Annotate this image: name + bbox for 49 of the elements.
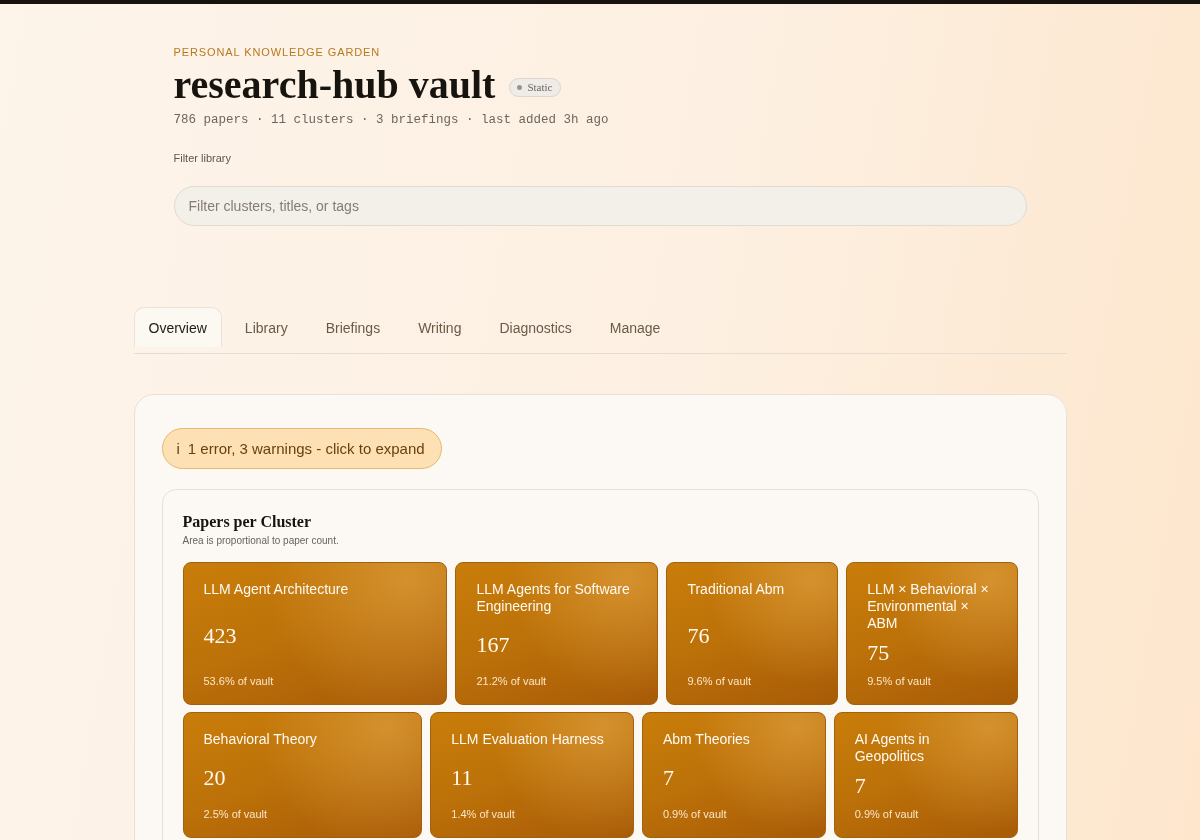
tab[interactable]: Overview <box>133 307 222 347</box>
cluster-tile[interactable]: Abm Theories 7 0.9% of vault <box>641 712 826 838</box>
cluster-name: Behavioral Theory <box>203 731 317 748</box>
cluster-tile[interactable]: Traditional Abm 76 9.6% of vault <box>666 562 839 705</box>
card-title: Papers per Cluster <box>182 512 312 532</box>
cluster-name: LLM Agent Architecture <box>203 581 349 598</box>
card-subtitle: Area is proportional to paper count. <box>182 534 340 548</box>
cluster-name: LLM Agents for Software Engineering <box>476 581 631 615</box>
cluster-tile[interactable]: Behavioral Theory 20 2.5% of vault <box>182 712 423 838</box>
vault-share: 0.9% of vault <box>662 807 727 821</box>
cluster-tile[interactable]: LLM Evaluation Harness 11 1.4% of vault <box>430 712 634 838</box>
filter-label: Filter library <box>173 151 231 165</box>
vault-share: 9.6% of vault <box>687 674 751 688</box>
paper-count: 75 <box>867 639 890 667</box>
vault-share: 2.5% of vault <box>203 807 268 821</box>
tab[interactable]: Diagnostics <box>484 307 587 347</box>
tab[interactable]: Briefings <box>310 307 396 347</box>
alert-button[interactable]: i 1 error, 3 warnings - click to expand <box>161 428 442 469</box>
vault-title: research-hub vault <box>173 62 496 108</box>
vault-share: 0.9% of vault <box>854 807 919 821</box>
vault-share: 21.2% of vault <box>476 674 547 688</box>
paper-count: 423 <box>203 622 237 650</box>
paper-count: 76 <box>687 622 710 650</box>
cluster-name: AI Agents in Geopolitics <box>854 731 931 765</box>
badge-label: Static <box>527 80 553 94</box>
info-icon: i <box>176 440 180 457</box>
cluster-name: LLM × Behavioral × Environmental × ABM <box>867 581 990 632</box>
vault-stats: 786 papers · 11 clusters · 3 briefings · last added 3h ago <box>173 112 609 128</box>
vault-share: 1.4% of vault <box>451 807 515 821</box>
cluster-name: Traditional Abm <box>687 581 785 598</box>
eyebrow-label: PERSONAL KNOWLEDGE GARDEN <box>173 45 381 59</box>
paper-count: 167 <box>476 630 510 659</box>
tab[interactable]: Writing <box>403 307 477 347</box>
tab[interactable]: Library <box>229 307 303 347</box>
paper-count: 7 <box>662 763 674 792</box>
cluster-tile[interactable]: LLM Agents for Software Engineering 167 21.2% of vault <box>455 562 659 705</box>
paper-count: 7 <box>854 772 866 800</box>
cluster-name: Abm Theories <box>662 731 750 748</box>
search-field[interactable]: Filter clusters, titles, or tags <box>173 186 1027 226</box>
dot-icon <box>517 84 523 90</box>
paper-count: 20 <box>203 763 226 792</box>
cluster-tile[interactable]: LLM × Behavioral × Environmental × ABM 75 9.5% of vault <box>846 562 1018 705</box>
tab[interactable]: Manage <box>594 307 676 347</box>
cluster-tile[interactable]: AI Agents in Geopolitics 7 0.9% of vault <box>833 712 1018 838</box>
cluster-name: LLM Evaluation Harness <box>451 731 604 748</box>
vault-share: 53.6% of vault <box>203 674 274 688</box>
vault-share: 9.5% of vault <box>867 674 931 688</box>
paper-count: 11 <box>451 763 473 792</box>
cluster-tile[interactable]: LLM Agent Architecture 423 53.6% of vault <box>182 562 448 705</box>
